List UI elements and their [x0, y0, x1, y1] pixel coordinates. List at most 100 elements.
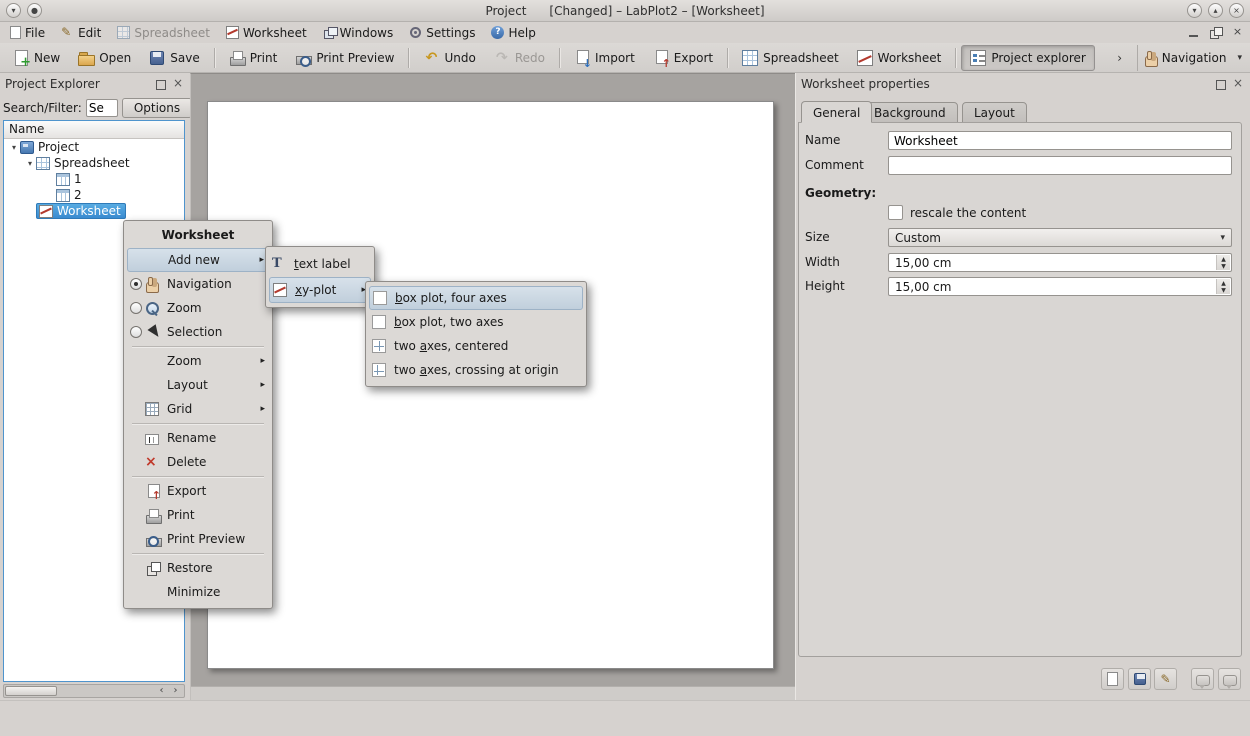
tree-row-sheet1[interactable]: 1: [4, 171, 184, 187]
new-page-button[interactable]: [1101, 668, 1124, 690]
pencil-icon: ✎: [1160, 673, 1170, 686]
box-plot-icon-shape: [373, 291, 387, 305]
width-spinbox[interactable]: 15,00 cm ▲▼: [888, 253, 1232, 272]
spin-down-icon[interactable]: ▼: [1221, 263, 1226, 270]
menu-item-add-new[interactable]: Add new ▸: [127, 248, 269, 272]
float-dock-button[interactable]: [153, 77, 167, 91]
size-combobox[interactable]: Custom ▾: [888, 228, 1232, 247]
print-preview-button[interactable]: Print Preview: [286, 45, 403, 71]
options-button[interactable]: Options: [122, 98, 192, 118]
cursor-icon-shape: [145, 325, 159, 339]
close-button[interactable]: ×: [1229, 3, 1244, 18]
tab-background[interactable]: Background: [862, 102, 958, 123]
navigation-button-label[interactable]: Navigation: [1162, 51, 1227, 65]
worksheet-button[interactable]: Worksheet: [848, 45, 951, 71]
close-dock-button[interactable]: ×: [1231, 77, 1245, 91]
window-menu-button[interactable]: ▾: [6, 3, 21, 18]
scrollbar-thumb[interactable]: [5, 686, 57, 696]
horizontal-scrollbar[interactable]: ‹ ›: [3, 684, 185, 698]
new-button[interactable]: New: [4, 45, 69, 71]
menu-item-grid-submenu[interactable]: Grid ▸: [124, 397, 272, 421]
expander-icon[interactable]: ▾: [8, 143, 20, 152]
menu-settings[interactable]: Settings: [401, 22, 483, 43]
menu-item-minimize[interactable]: Minimize: [124, 580, 272, 604]
tab-general-label: General: [813, 106, 860, 120]
export-button[interactable]: Export: [644, 45, 722, 71]
menu-item-rename[interactable]: Rename: [124, 426, 272, 450]
menu-help[interactable]: ?Help: [483, 22, 543, 43]
rescale-checkbox-label[interactable]: rescale the content: [910, 206, 1026, 220]
undo-button[interactable]: ↶Undo: [414, 45, 484, 71]
comment-button[interactable]: [1191, 668, 1214, 690]
column-header-label: Name: [9, 122, 44, 136]
open-button-label: Open: [99, 51, 131, 65]
spin-up-icon[interactable]: ▲: [1221, 280, 1226, 287]
menu-windows[interactable]: Windows: [315, 22, 402, 43]
tree-row-spreadsheet[interactable]: ▾ Spreadsheet: [4, 155, 184, 171]
menu-item-restore[interactable]: Restore: [124, 556, 272, 580]
menu-item-box-plot-four-axes[interactable]: box plot, four axes: [369, 286, 583, 310]
menu-worksheet[interactable]: Worksheet: [218, 22, 315, 43]
tree-row-worksheet[interactable]: Worksheet: [4, 203, 184, 219]
menu-file[interactable]: File: [2, 22, 53, 43]
menu-item-zoom-submenu[interactable]: Zoom ▸: [124, 349, 272, 373]
hand-icon: [145, 276, 167, 292]
name-field[interactable]: [888, 131, 1232, 150]
edit-button[interactable]: ✎: [1154, 668, 1177, 690]
mdi-restore-button[interactable]: [1208, 25, 1223, 40]
minimize-button[interactable]: ▾: [1187, 3, 1202, 18]
scroll-left-button[interactable]: ‹: [155, 685, 168, 697]
add-comment-button[interactable]: [1218, 668, 1241, 690]
menu-item-navigation[interactable]: Navigation: [124, 272, 272, 296]
menu-item-box-plot-two-axes[interactable]: box plot, two axes: [366, 310, 586, 334]
grid-icon-shape: [145, 402, 159, 416]
save-button[interactable]: Save: [140, 45, 208, 71]
scroll-right-button[interactable]: ›: [169, 685, 182, 697]
spinner-buttons[interactable]: ▲▼: [1216, 255, 1230, 270]
tree-row-sheet2[interactable]: 2: [4, 187, 184, 203]
open-button[interactable]: Open: [69, 45, 140, 71]
worksheet-scrollbar[interactable]: [191, 686, 795, 700]
menu-item-layout-submenu[interactable]: Layout ▸: [124, 373, 272, 397]
menu-item-export[interactable]: Export: [124, 479, 272, 503]
close-dock-button[interactable]: ×: [171, 77, 185, 91]
expander-icon[interactable]: ▾: [24, 159, 36, 168]
print-button[interactable]: Print: [220, 45, 287, 71]
spin-down-icon[interactable]: ▼: [1221, 287, 1226, 294]
redo-button-label: Redo: [515, 51, 545, 65]
menu-item-two-axes-crossing-origin[interactable]: two axes, crossing at origin: [366, 358, 586, 382]
maximize-button[interactable]: ▴: [1208, 3, 1223, 18]
rescale-checkbox[interactable]: [888, 205, 903, 220]
spin-up-icon[interactable]: ▲: [1221, 256, 1226, 263]
window-pin-button[interactable]: ●: [27, 3, 42, 18]
mdi-minimize-button[interactable]: [1186, 25, 1201, 40]
import-button[interactable]: Import: [565, 45, 644, 71]
project-explorer-button[interactable]: Project explorer: [961, 45, 1094, 71]
menu-item-text-label[interactable]: T text label: [266, 251, 374, 277]
search-input[interactable]: [86, 99, 118, 117]
toolbar-separator: [727, 48, 728, 68]
comment-field[interactable]: [888, 156, 1232, 175]
toolbar-overflow-button[interactable]: ›: [1117, 51, 1122, 65]
navigation-dropdown-icon[interactable]: ▾: [1237, 53, 1242, 63]
menu-item-xy-plot[interactable]: xy-plot ▸: [269, 277, 371, 303]
save-button[interactable]: [1128, 668, 1151, 690]
height-spinbox[interactable]: 15,00 cm ▲▼: [888, 277, 1232, 296]
new-icon: [13, 50, 29, 66]
mdi-close-button[interactable]: ×: [1230, 25, 1245, 40]
menu-item-print-preview[interactable]: Print Preview: [124, 527, 272, 551]
spinner-buttons[interactable]: ▲▼: [1216, 279, 1230, 294]
menu-item-zoom-mode[interactable]: Zoom: [124, 296, 272, 320]
menu-item-two-axes-centered[interactable]: two axes, centered: [366, 334, 586, 358]
float-dock-button[interactable]: [1213, 77, 1227, 91]
tree-row-project[interactable]: ▾ Project: [4, 139, 184, 155]
menu-item-delete[interactable]: × Delete: [124, 450, 272, 474]
spreadsheet-button[interactable]: Spreadsheet: [733, 45, 848, 71]
menu-edit[interactable]: ✎Edit: [53, 22, 109, 43]
tab-layout[interactable]: Layout: [962, 102, 1027, 123]
menu-item-print[interactable]: Print: [124, 503, 272, 527]
print-preview-button-label: Print Preview: [316, 51, 394, 65]
menu-item-selection-mode[interactable]: Selection: [124, 320, 272, 344]
tab-general[interactable]: General: [801, 101, 872, 123]
tree-column-header[interactable]: Name: [4, 121, 184, 139]
